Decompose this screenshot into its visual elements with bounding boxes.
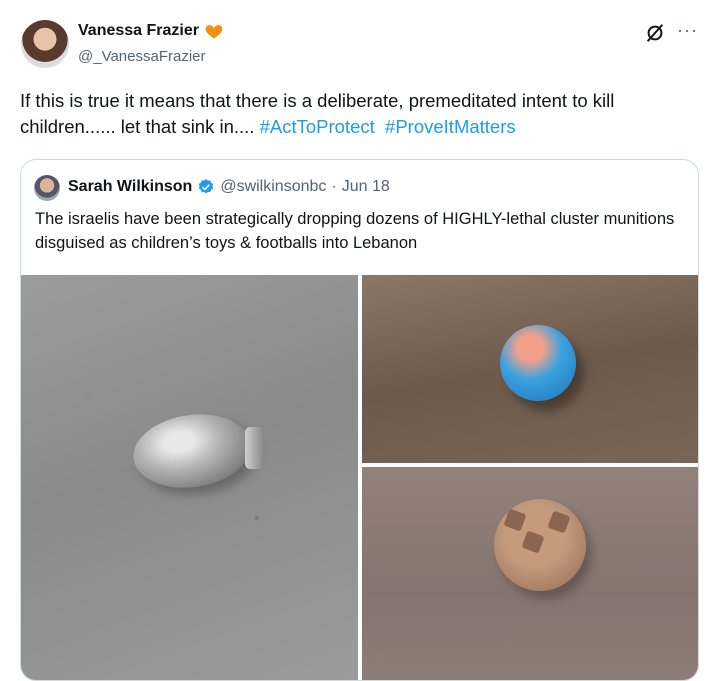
quoted-handle[interactable]: @swilkinsonbc [220, 178, 326, 196]
quoted-avatar[interactable] [34, 175, 60, 201]
bomblet-shape [128, 407, 256, 495]
grok-icon[interactable] [644, 22, 666, 44]
quoted-tweet[interactable]: Sarah Wilkinson @swilkinsonbc · Jun 18 T… [20, 159, 699, 681]
hashtag-act-to-protect[interactable]: #ActToProtect [260, 116, 375, 137]
more-icon[interactable]: ··· [677, 20, 698, 41]
media-image-blue-ball[interactable] [362, 275, 698, 463]
media-image-bomblet[interactable] [21, 275, 358, 680]
quoted-date[interactable]: Jun 18 [342, 178, 390, 196]
media-image-tan-ball[interactable] [362, 467, 698, 680]
verified-badge-icon [199, 179, 214, 194]
quoted-text: The israelis have been strategically dro… [35, 210, 675, 252]
ball-panel [503, 508, 527, 532]
ball-panel [547, 510, 571, 534]
quoted-header: Sarah Wilkinson @swilkinsonbc · Jun 18 [68, 178, 390, 196]
author-name[interactable]: Vanessa Frazier [78, 22, 199, 40]
tweet-text: If this is true it means that there is a… [20, 88, 690, 140]
hashtag-prove-it-matters[interactable]: #ProveItMatters [385, 116, 516, 137]
orange-heart-icon [205, 25, 223, 39]
quoted-separator: · [331, 178, 337, 195]
author-name-row: Vanessa Frazier [78, 21, 224, 41]
author-handle[interactable]: @_VanessaFrazier [78, 48, 206, 65]
bomblet-cap [245, 427, 263, 469]
ball-panel [521, 530, 545, 554]
blue-ball-shape [500, 325, 576, 401]
quoted-name[interactable]: Sarah Wilkinson [68, 178, 192, 196]
author-avatar[interactable] [21, 20, 69, 68]
tan-ball-shape [494, 499, 586, 591]
